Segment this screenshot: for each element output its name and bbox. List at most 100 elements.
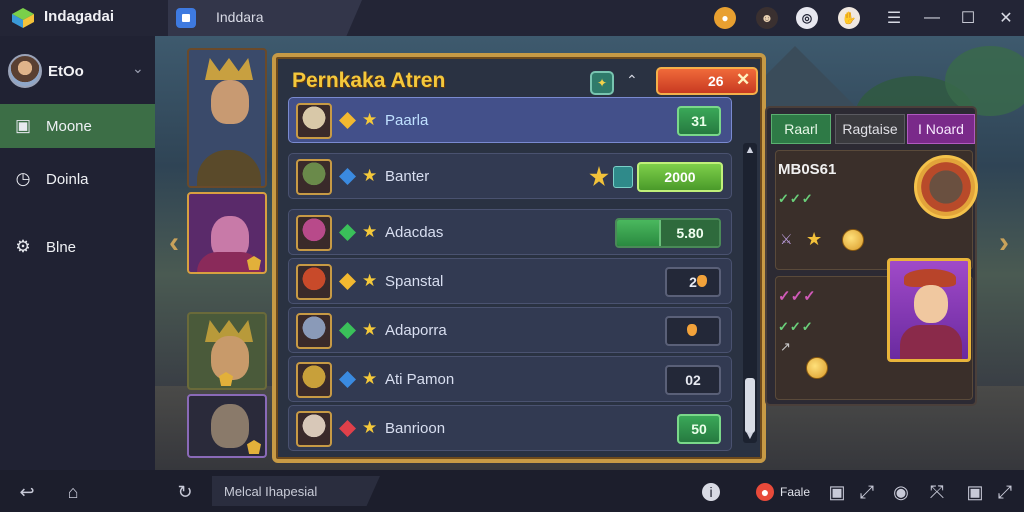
home-icon [176,8,196,28]
hero-card[interactable] [187,394,267,458]
tab-i-noard[interactable]: I Noard [907,114,975,144]
sidebar-item-blne[interactable]: ⚙ Blne [0,225,155,269]
close-icon[interactable]: ✕ [994,6,1018,30]
list-item[interactable]: ★ Banter 2000 [288,153,732,199]
value-button[interactable]: 02 [665,365,721,395]
fullscreen-icon[interactable]: ⤢ [994,481,1016,503]
menu-icon[interactable]: ☰ [882,6,906,30]
close-icon: ✕ [736,70,751,89]
hero-portrait [296,264,332,300]
sidebar-item-label: Doinla [46,170,89,188]
search-input[interactable]: Melcal Ihapesial [212,476,380,506]
maximize-icon[interactable]: ☐ [956,6,980,30]
hero-name: Spanstal [385,273,444,290]
list-item[interactable]: ★ Paarla 31 [288,97,732,143]
value-button[interactable]: 2000 [637,162,723,192]
info-icon[interactable]: i [702,483,720,501]
location-icon[interactable]: ◉ [890,481,912,503]
value-button[interactable]: 50 [677,414,721,444]
bottom-badge-label: Faale [780,485,811,499]
tab-game[interactable]: Inddara [168,0,362,36]
record-icon[interactable]: ◎ [796,7,818,29]
scroll-thumb[interactable] [745,378,755,433]
star-icon: ★ [806,229,823,249]
mask-icon[interactable]: ☻ [756,7,778,29]
scrollbar[interactable]: ▲ ▼ [743,143,757,443]
hero-card[interactable] [187,312,267,390]
scroll-down-icon[interactable]: ▼ [743,429,757,443]
potion-icon [613,166,633,188]
list-item[interactable]: ★ Banrioon 50 [288,405,732,451]
hero-name: Adacdas [385,224,444,241]
hero-list-panel: Pernkaka Atren ✦ ⌃ 26 ✕ ★ Paarla 31 ★ Banter… [272,53,766,463]
sidebar-item-label: Blne [46,238,77,256]
hero-armor [197,150,261,186]
hero-portrait [211,404,249,448]
clock-icon: ◷ [15,169,31,188]
hero-name: Banrioon [385,420,446,437]
hero-portrait [296,362,332,398]
profile[interactable]: EtOo ⌄ [8,54,148,90]
hero-portrait [296,215,332,251]
chevron-down-icon: ⌄ [132,60,144,76]
star-icon: ★ [362,369,378,388]
star-icon: ★ [362,110,378,129]
hero-card[interactable] [187,48,267,188]
sort-icon[interactable]: ⌃ [626,72,638,89]
character-portrait[interactable] [887,258,971,362]
bottom-bar: ↩ ⌂ ↻ Melcal Ihapesial i ● Faale ▣ ⤢ ◉ ⤧… [0,470,1024,512]
magenta-marks: ✓✓✓ [778,288,816,305]
scroll-up-icon[interactable]: ▲ [743,143,757,157]
expand-icon[interactable]: ⤢ [856,481,878,503]
gem-icon [339,322,356,339]
progress-fill [617,220,660,246]
panel-title: Pernkaka Atren [292,69,446,92]
game-viewport[interactable]: ‹ Pernkaka Atren ✦ ⌃ 26 ✕ ★ Paarla 31 ★ Bant… [155,36,1024,470]
chrome-icon[interactable]: ● [756,483,774,501]
hero-portrait [296,103,332,139]
shield-icon[interactable]: ✦ [590,71,614,95]
star-icon: ★ [362,271,378,290]
gem-icon [339,224,356,241]
list-item[interactable]: ★ Adacdas 5.80 [288,209,732,255]
star-icon: ★ [362,166,378,185]
profile-name: EtOo [48,63,84,80]
coin-icon [806,357,828,379]
tab-raarl[interactable]: Raarl [771,114,831,144]
coin-icon[interactable]: ● [714,7,736,29]
gem-icon [339,420,356,437]
hand-icon[interactable]: ✋ [838,7,860,29]
close-timer-button[interactable]: 26 ✕ [656,67,758,95]
check-marks: ✓✓✓ [778,319,814,334]
timer-value: 26 [708,73,724,89]
hero-portrait [296,159,332,195]
gem-icon [339,273,356,290]
gem-icon [339,168,356,185]
reward-card[interactable]: MB0S61 ✓✓✓ ⚔ ★ [775,150,978,270]
star-icon: ★ [362,320,378,339]
star-badge-icon [247,440,261,454]
list-item[interactable]: ★ Adaporra [288,307,732,353]
sidebar-item-doinla[interactable]: ◷ Doinla [0,157,155,201]
value-button[interactable]: 2 [665,267,721,297]
gamepad-icon[interactable]: ▣ [826,481,848,503]
refresh-icon[interactable]: ↻ [174,481,196,503]
chevron-left-icon[interactable]: ‹ [163,216,185,270]
value-button[interactable]: 31 [677,106,721,136]
home-icon[interactable]: ⌂ [62,481,84,503]
back-icon[interactable]: ↩ [16,481,38,503]
hero-card[interactable] [187,192,267,274]
screenshot-icon[interactable]: ▣ [964,481,986,503]
progress-value: 5.80 [659,220,719,246]
sidebar-item-moone[interactable]: ▣ Moone [0,104,155,148]
chevron-right-icon[interactable]: › [993,216,1015,270]
app-name: Indagadai [44,8,115,25]
star-icon: ★ [362,222,378,241]
list-item[interactable]: ★ Ati Pamon 02 [288,356,732,402]
list-item[interactable]: ★ Spanstal 2 [288,258,732,304]
shake-icon[interactable]: ⤧ [926,481,948,503]
tab-ragtaise[interactable]: Ragtaise [835,114,905,144]
reward-code: MB0S61 [778,161,837,178]
minimize-icon[interactable]: — [920,6,944,30]
sidebar: EtOo ⌄ ▣ Moone ◷ Doinla ⚙ Blne [0,36,155,470]
